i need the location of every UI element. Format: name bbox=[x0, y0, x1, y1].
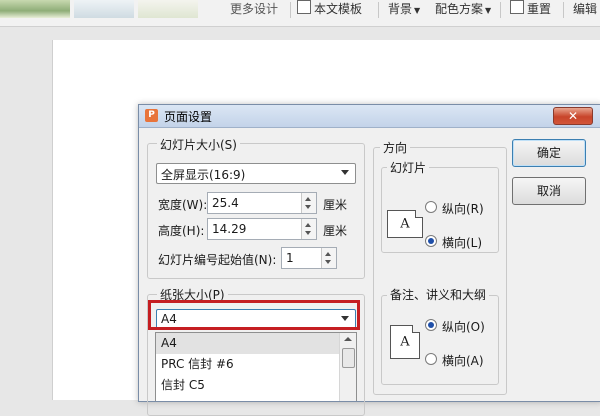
close-button[interactable]: ✕ bbox=[553, 107, 593, 125]
ribbon-toolbar: 更多设计 本文模板 背景 ▼ 配色方案 ▼ 重置 编辑 bbox=[0, 0, 600, 27]
start-number-input[interactable]: 1 bbox=[281, 247, 337, 269]
presentation-app-icon: P bbox=[145, 109, 158, 122]
portrait-page-icon: A bbox=[390, 325, 420, 359]
notes-portrait-label: 纵向(O) bbox=[442, 320, 485, 334]
ok-button[interactable]: 确定 bbox=[512, 139, 586, 167]
slides-landscape-label: 横向(L) bbox=[442, 236, 483, 250]
notes-landscape-label: 横向(A) bbox=[442, 354, 484, 368]
scroll-thumb[interactable] bbox=[342, 348, 355, 368]
slides-orientation-label: 幻灯片 bbox=[387, 159, 430, 176]
spin-down-icon bbox=[305, 205, 311, 209]
spin-up-icon bbox=[305, 197, 311, 201]
toolbar-divider bbox=[290, 2, 291, 18]
close-icon: ✕ bbox=[567, 109, 579, 123]
toolbar-divider bbox=[563, 2, 564, 18]
spin-down-icon bbox=[305, 231, 311, 235]
scroll-up-icon[interactable] bbox=[344, 337, 352, 341]
spin-up-icon bbox=[325, 252, 331, 256]
width-unit: 厘米 bbox=[323, 198, 348, 212]
highlight-box bbox=[148, 300, 360, 330]
width-stepper[interactable] bbox=[301, 193, 316, 213]
color-scheme-menu[interactable]: 配色方案 ▼ bbox=[435, 0, 491, 18]
notes-orientation-label: 备注、讲义和大纲 bbox=[387, 286, 490, 303]
chevron-down-icon: ▼ bbox=[485, 6, 492, 15]
notes-landscape-radio[interactable] bbox=[425, 353, 437, 365]
slides-landscape-radio[interactable] bbox=[425, 235, 437, 247]
spin-up-icon bbox=[305, 223, 311, 227]
slides-portrait-radio[interactable] bbox=[425, 201, 437, 213]
design-thumbnail[interactable] bbox=[138, 0, 198, 18]
dialog-titlebar[interactable]: P 页面设置 ✕ bbox=[139, 105, 600, 128]
slide-size-label: 幻灯片大小(S) bbox=[157, 136, 240, 153]
paper-size-option[interactable]: 信封 C5 bbox=[156, 375, 339, 396]
chevron-down-icon: ▼ bbox=[414, 6, 421, 15]
design-thumbnail[interactable] bbox=[0, 0, 70, 18]
more-design-link[interactable]: 更多设计 bbox=[230, 0, 278, 18]
height-unit: 厘米 bbox=[323, 224, 348, 238]
start-number-stepper[interactable] bbox=[321, 248, 336, 268]
width-input[interactable]: 25.4 bbox=[207, 192, 317, 214]
start-number-label: 幻灯片编号起始值(N): bbox=[158, 253, 277, 267]
toolbar-divider bbox=[500, 2, 501, 18]
height-label: 高度(H): bbox=[158, 224, 205, 238]
slides-portrait-label: 纵向(R) bbox=[442, 202, 484, 216]
landscape-page-icon: A bbox=[387, 210, 423, 238]
dropdown-scrollbar[interactable] bbox=[339, 333, 356, 401]
cancel-button[interactable]: 取消 bbox=[512, 177, 586, 205]
toolbar-divider bbox=[378, 2, 379, 18]
notes-portrait-radio[interactable] bbox=[425, 319, 437, 331]
template-icon bbox=[297, 0, 311, 14]
chevron-down-icon bbox=[341, 170, 349, 175]
template-button[interactable]: 本文模板 bbox=[297, 0, 362, 18]
reset-icon bbox=[510, 0, 524, 14]
paper-size-dropdown-list[interactable]: A4 PRC 信封 #6 信封 C5 bbox=[155, 332, 357, 401]
width-label: 宽度(W): bbox=[158, 198, 208, 212]
background-menu[interactable]: 背景 ▼ bbox=[388, 0, 420, 18]
slide-size-select[interactable]: 全屏显示(16:9) bbox=[156, 163, 356, 184]
height-stepper[interactable] bbox=[301, 219, 316, 239]
orientation-label: 方向 bbox=[380, 139, 411, 156]
reset-button[interactable]: 重置 bbox=[510, 0, 551, 18]
design-thumbnails bbox=[0, 0, 222, 18]
height-input[interactable]: 14.29 bbox=[207, 218, 317, 240]
dialog-title: 页面设置 bbox=[164, 110, 213, 124]
design-thumbnail[interactable] bbox=[74, 0, 134, 18]
spin-down-icon bbox=[325, 260, 331, 264]
paper-size-option[interactable]: A4 bbox=[156, 333, 339, 354]
edit-button[interactable]: 编辑 bbox=[573, 0, 597, 18]
paper-size-option[interactable]: PRC 信封 #6 bbox=[156, 354, 339, 375]
